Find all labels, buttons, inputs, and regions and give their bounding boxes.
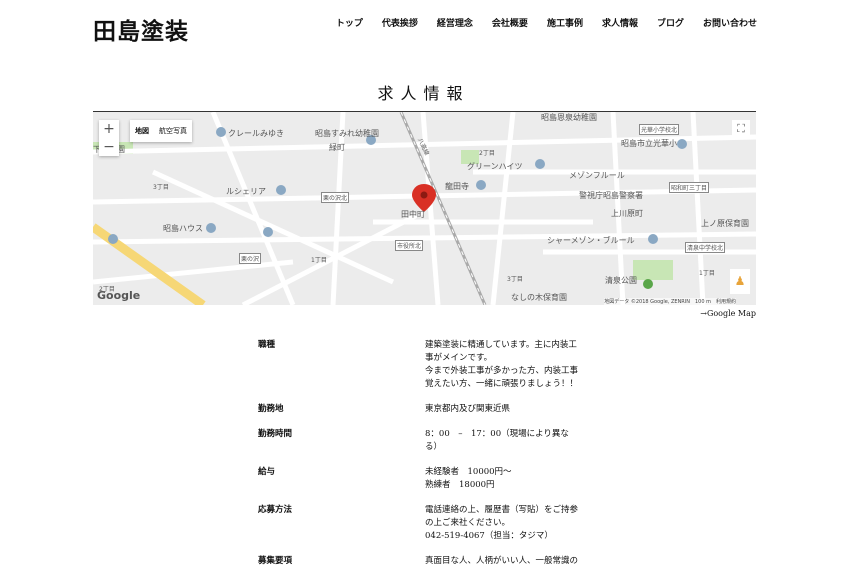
site-logo[interactable]: 田島塗装	[93, 12, 189, 46]
map-label: 栗の沢北	[321, 192, 350, 203]
job-value: 建築塗装に精通しています。主に内装工 事がメインです。 今まで外装工事が多かった…	[425, 340, 579, 389]
main-nav: トップ 代表挨拶 経営理念 会社概要 施工事例 求人情報 ブログ お問い合わせ	[336, 16, 757, 29]
map-label: なしの木保育園	[511, 293, 567, 302]
map-label: 市役所北	[395, 240, 424, 251]
page-title: 求人情報	[377, 84, 470, 103]
map-label: 昭島すみれ幼稚園	[315, 129, 379, 138]
table-row: 応募方法 電話連絡の上、履歴書（写貼）をご持参 の上ご来社ください。 042-5…	[258, 504, 593, 543]
job-label: 勤務地	[258, 404, 284, 414]
map-zoom-control: + −	[99, 120, 119, 156]
map-label: ルシェリア	[226, 187, 266, 196]
nav-greeting[interactable]: 代表挨拶	[382, 16, 418, 29]
map-label: 1丁目	[699, 270, 715, 277]
map-label: メゾンフルール	[569, 171, 625, 180]
zoom-in-button[interactable]: +	[99, 120, 119, 138]
park-area	[633, 260, 673, 280]
fullscreen-icon[interactable]: ⛶	[732, 120, 750, 138]
job-label: 募集要項	[258, 556, 293, 566]
map-label: 光華小学校北	[639, 124, 680, 135]
map-label: 警視庁昭島警察署	[579, 191, 643, 200]
table-row: 給与 未経験者 10000円〜 熟練者 18000円	[258, 466, 593, 492]
map-label: 田中町	[401, 210, 425, 219]
street-view-pegman-icon[interactable]: ♟	[730, 269, 750, 294]
table-row: 職種 建築塗装に精通しています。主に内装工 事がメインです。 今まで外装工事が多…	[258, 339, 593, 391]
map-label: 1丁目	[311, 257, 327, 264]
map-label: 昭島市立光華小	[621, 139, 677, 148]
map-label: シャーメゾン・ブルール	[547, 236, 635, 245]
nav-recruit[interactable]: 求人情報	[602, 16, 638, 29]
map-label: 上川原町	[611, 209, 643, 218]
map-label: 緑町	[329, 143, 345, 152]
job-value: 未経験者 10000円〜 熟練者 18000円	[425, 467, 512, 490]
table-row: 勤務時間 8：00 – 17：00（現場により異な る）	[258, 428, 593, 454]
map-type-satellite[interactable]: 航空写真	[154, 120, 192, 142]
zoom-out-button[interactable]: −	[99, 138, 119, 156]
job-label: 勤務時間	[258, 429, 293, 439]
map-label: クレールみゆき	[228, 129, 284, 138]
map-type-map[interactable]: 地図	[130, 120, 154, 142]
nav-top[interactable]: トップ	[336, 16, 363, 29]
nav-blog[interactable]: ブログ	[657, 16, 684, 29]
map-label: 2丁目	[479, 150, 495, 157]
map-label: 昭島恩泉幼稚園	[541, 113, 597, 122]
map-type-control: 地図 航空写真	[130, 120, 192, 142]
nav-contact[interactable]: お問い合わせ	[703, 16, 757, 29]
job-label: 応募方法	[258, 505, 293, 515]
google-logo: Google	[97, 289, 141, 302]
map-label: 3丁目	[153, 184, 169, 191]
map-label: 上ノ原保育園	[701, 219, 749, 228]
map-label: 3丁目	[507, 276, 523, 283]
map-label: グリーンハイツ	[467, 162, 523, 171]
table-row: 募集要項 真面目な人、人柄がいい人、一般常識の	[258, 555, 593, 568]
nav-works[interactable]: 施工事例	[547, 16, 583, 29]
job-label: 職種	[258, 340, 276, 350]
map-label: 龍田寺	[445, 182, 469, 191]
map-label: 昭和町三丁目	[669, 182, 710, 193]
job-value: 電話連絡の上、履歴書（写貼）をご持参 の上ご来社ください。 042-519-40…	[425, 505, 579, 541]
job-value: 東京都内及び関東近県	[425, 404, 511, 414]
job-value: 8：00 – 17：00（現場により異な る）	[425, 429, 569, 452]
map-label: 清泉中学校北	[685, 242, 726, 253]
job-details-table: 職種 建築塗装に精通しています。主に内装工 事がメインです。 今まで外装工事が多…	[258, 339, 593, 568]
nav-philosophy[interactable]: 経営理念	[437, 16, 473, 29]
map-label: 昭島ハウス	[163, 224, 203, 233]
job-value: 真面目な人、人柄がいい人、一般常識の	[425, 556, 579, 566]
map-label: 清泉公園	[605, 276, 637, 285]
map-label: 栗の沢	[239, 253, 262, 264]
google-map-link[interactable]: →Google Map	[700, 309, 756, 318]
nav-company[interactable]: 会社概要	[492, 16, 528, 29]
map-copyright: 地図データ ©2018 Google, ZENRIN 100 m 利用規約	[604, 298, 736, 305]
job-label: 給与	[258, 467, 276, 477]
table-row: 勤務地 東京都内及び関東近県	[258, 403, 593, 416]
embedded-map[interactable]: クレールみゆき 昭島すみれ幼稚園 昭島恩泉幼稚園 昭島市立光華小 下林公園 3丁…	[93, 112, 756, 305]
